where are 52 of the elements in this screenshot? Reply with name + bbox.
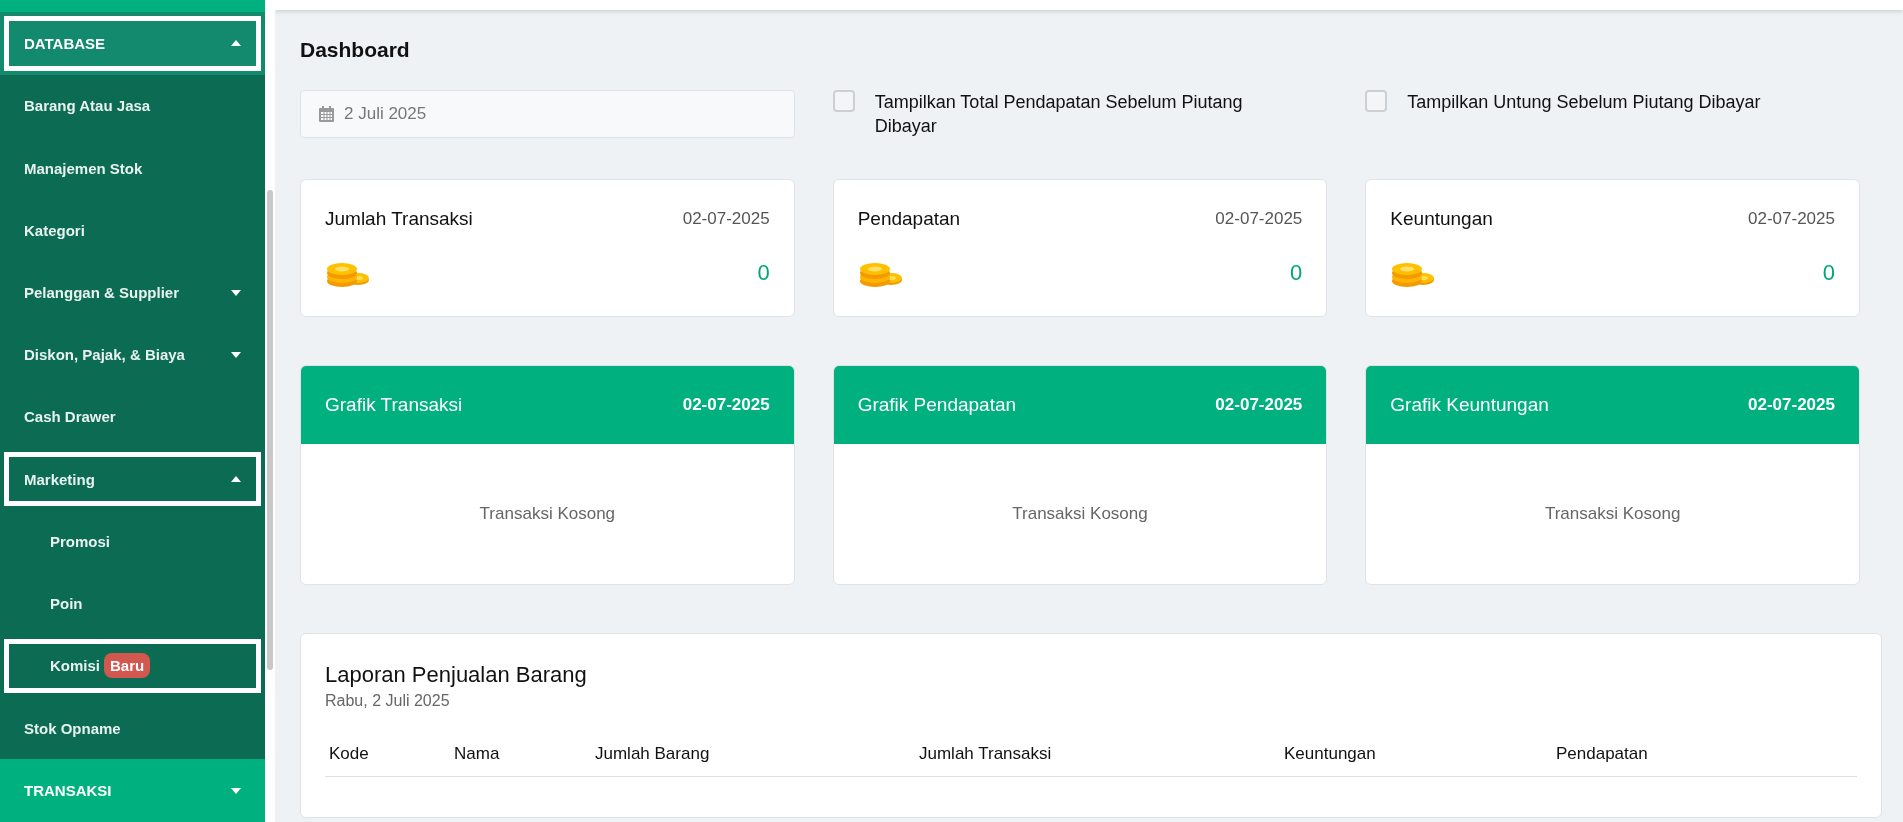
stat-date: 02-07-2025 (1748, 208, 1835, 229)
caret-icon (231, 351, 241, 358)
stat-date: 02-07-2025 (1215, 208, 1303, 229)
sidebar-item[interactable]: Barang Atau Jasa (0, 74, 265, 137)
stat-date: 02-07-2025 (682, 208, 770, 229)
sidebar-item[interactable]: Marketing (0, 448, 265, 511)
column-header: Jumlah Barang (595, 743, 711, 764)
sidebar-item[interactable]: Pelanggan & Supplier (0, 261, 265, 324)
sidebar-item[interactable]: Manajemen Stok (0, 136, 265, 200)
report-date: Rabu, 2 Juli 2025 (325, 691, 451, 710)
sidebar-section[interactable]: DATABASE (0, 11, 265, 75)
checkbox-label: Tampilkan Total Pendapatan Sebelum Piutang Dibayar (874, 91, 1244, 139)
checkbox[interactable] (1365, 90, 1388, 112)
stat-title: Keuntungan (1390, 207, 1493, 230)
column-header: Jumlah Transaksi (919, 743, 1053, 764)
sidebar-item[interactable]: Stok Opname (0, 697, 265, 760)
checkbox[interactable] (832, 90, 855, 112)
empty-message: Transaksi Kosong (479, 503, 616, 524)
caret-icon (231, 476, 241, 483)
caret-icon (231, 787, 241, 794)
column-header: Nama (454, 743, 501, 764)
column-header: Pendapatan (1556, 743, 1649, 764)
checkbox-label: Tampilkan Untung Sebelum Piutang Dibayar (1407, 91, 1761, 114)
chart-date: 02-07-2025 (1748, 394, 1835, 415)
column-header: Kode (329, 743, 370, 764)
sidebar-item[interactable]: Cash Drawer (0, 385, 265, 449)
sidebar-item[interactable]: Kategori (0, 199, 265, 262)
stat-title: Pendapatan (857, 207, 961, 230)
stat-value: 0 (1822, 259, 1835, 286)
chart-title: Grafik Keuntungan (1390, 393, 1549, 416)
calendar-icon (319, 106, 334, 122)
stat-value: 0 (757, 259, 770, 286)
chart-title: Grafik Transaksi (325, 393, 463, 416)
date-field[interactable]: 2 Juli 2025 (300, 90, 795, 138)
chart-title: Grafik Pendapatan (857, 393, 1017, 416)
chart-date: 02-07-2025 (1215, 394, 1303, 415)
empty-message: Transaksi Kosong (1544, 503, 1681, 524)
sidebar-item[interactable]: Diskon, Pajak, & Biaya (0, 323, 265, 386)
caret-icon (231, 289, 241, 296)
scrollbar-thumb[interactable] (267, 190, 273, 670)
page-title: Dashboard (300, 38, 411, 62)
chart-date: 02-07-2025 (682, 394, 770, 415)
sidebar-item[interactable]: Komisi Baru (0, 634, 265, 698)
empty-message: Transaksi Kosong (1012, 503, 1148, 524)
sidebar-item[interactable]: Poin (0, 572, 265, 635)
new-badge: Baru (104, 653, 151, 679)
column-header: Keuntungan (1284, 743, 1377, 764)
caret-icon (231, 40, 241, 47)
sidebar-item[interactable]: Promosi (0, 510, 265, 573)
stat-value: 0 (1290, 259, 1303, 286)
report-title: Laporan Penjualan Barang (325, 661, 588, 688)
stat-title: Jumlah Transaksi (325, 207, 473, 230)
